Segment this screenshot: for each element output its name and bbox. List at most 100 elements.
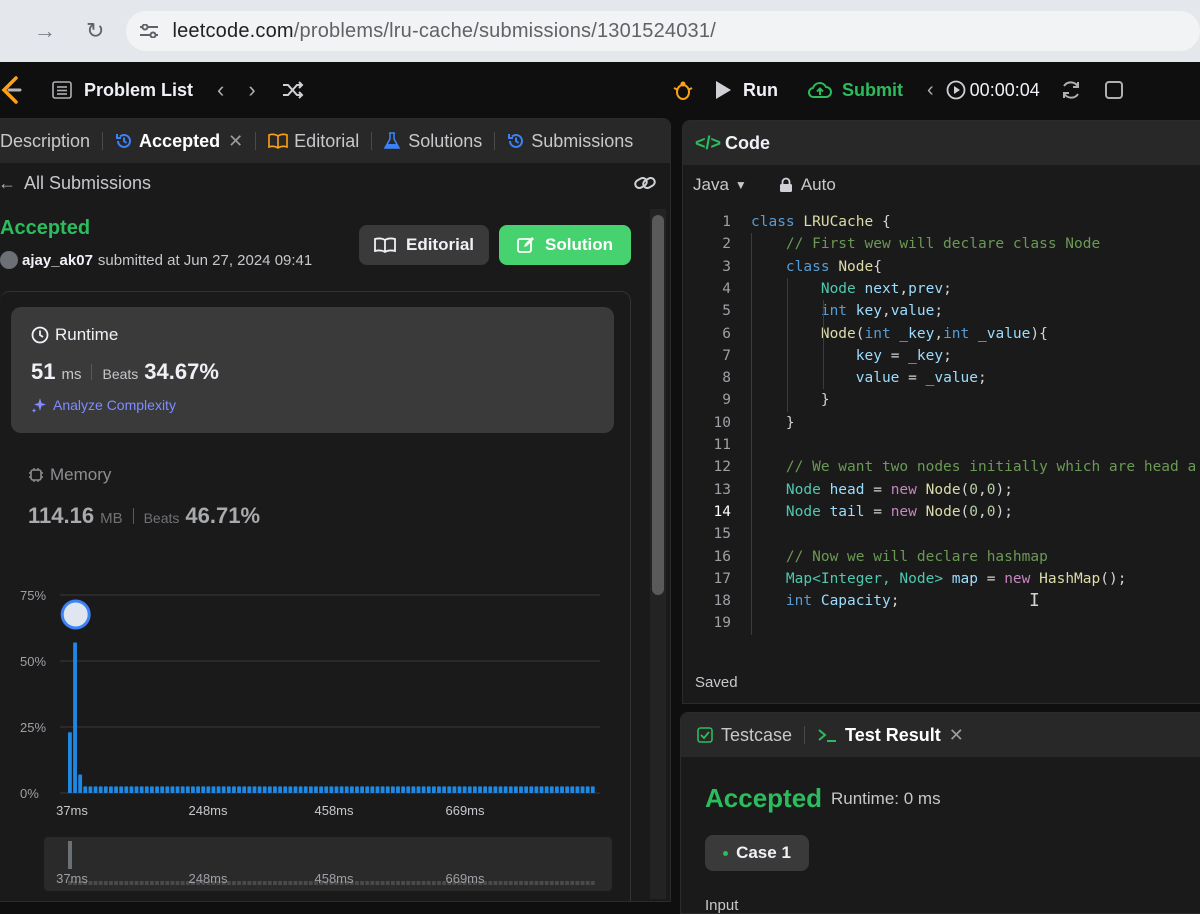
tab-accepted[interactable]: Accepted ✕ bbox=[115, 131, 268, 152]
code-line[interactable]: 10 } bbox=[683, 412, 1200, 434]
close-tab-icon[interactable]: ✕ bbox=[228, 131, 243, 152]
navigator-bar bbox=[575, 881, 580, 885]
code-line[interactable]: 1 class LRUCache { bbox=[683, 211, 1200, 233]
code-line[interactable]: 15 bbox=[683, 523, 1200, 545]
code-line[interactable]: 5 int key,value; bbox=[683, 300, 1200, 322]
reload-icon[interactable]: ↻ bbox=[86, 18, 104, 44]
navigator-bar bbox=[262, 881, 267, 885]
tab-editorial-label: Editorial bbox=[294, 130, 360, 151]
run-button[interactable]: Run bbox=[716, 80, 778, 101]
code-token: } bbox=[751, 392, 830, 409]
code-line[interactable]: 11 bbox=[683, 434, 1200, 456]
navigator-bar bbox=[390, 881, 395, 885]
code-line[interactable]: 19 bbox=[683, 612, 1200, 634]
timer-collapse-chevron-icon[interactable]: ‹ bbox=[927, 79, 934, 102]
debug-bug-icon[interactable] bbox=[672, 79, 694, 101]
code-token: new bbox=[890, 503, 926, 520]
code-line[interactable]: 14 Node tail = new Node(0,0); bbox=[683, 501, 1200, 523]
forward-arrow-icon[interactable]: → bbox=[34, 18, 56, 44]
code-token: Node bbox=[820, 325, 856, 342]
navigator-bar bbox=[180, 881, 185, 885]
case-1-tab[interactable]: Case 1 bbox=[705, 835, 809, 871]
code-token: value bbox=[890, 303, 935, 320]
problem-list-link[interactable]: Problem List bbox=[84, 80, 193, 101]
code-line[interactable]: 12 // We want two nodes initially which … bbox=[683, 456, 1200, 478]
back-arrow-icon[interactable]: ← bbox=[0, 173, 16, 194]
code-line[interactable]: 2 // First wew will declare class Node bbox=[683, 233, 1200, 255]
code-line[interactable]: 16 // Now we will declare hashmap bbox=[683, 546, 1200, 568]
editorial-button[interactable]: Editorial bbox=[359, 225, 489, 265]
reset-timer-icon[interactable] bbox=[1060, 79, 1082, 101]
leetcode-logo-icon[interactable] bbox=[0, 76, 22, 104]
navigator-bar bbox=[544, 881, 549, 885]
memory-card[interactable]: Memory 114.16 MB Beats 46.71% bbox=[28, 465, 260, 529]
tab-description[interactable]: Description bbox=[0, 131, 115, 152]
share-link-icon[interactable] bbox=[634, 173, 656, 193]
code-token: ; bbox=[943, 347, 952, 364]
avatar[interactable] bbox=[0, 251, 18, 269]
runtime-card[interactable]: Runtime 51 ms Beats 34.67% Analyze Compl… bbox=[11, 307, 614, 433]
code-line[interactable]: 18 int Capacity; bbox=[683, 590, 1200, 612]
language-select[interactable]: Java ▼ bbox=[693, 175, 747, 195]
code-editor[interactable]: I 1 class LRUCache {2 // First wew will d… bbox=[683, 205, 1200, 645]
code-line[interactable]: 6 Node(int _key,int _value){ bbox=[683, 323, 1200, 345]
line-number: 15 bbox=[713, 526, 731, 543]
navigator-bar bbox=[119, 881, 124, 885]
chart-bar bbox=[426, 786, 431, 793]
submit-button[interactable]: Submit bbox=[808, 80, 903, 101]
navigator-bar bbox=[401, 881, 406, 885]
tab-editorial[interactable]: Editorial bbox=[268, 131, 384, 152]
navigator-bar bbox=[114, 881, 118, 885]
code-line[interactable]: 9 } bbox=[683, 389, 1200, 411]
chart-bar bbox=[339, 786, 344, 793]
solution-button-label: Solution bbox=[545, 235, 613, 254]
timer[interactable]: ‹ 00:00:04 bbox=[927, 79, 1040, 102]
code-line[interactable]: 7 key = _key; bbox=[683, 345, 1200, 367]
navigator-bar bbox=[503, 881, 508, 885]
runtime-distribution-chart[interactable]: 75% 50% 25% 0% 37ms 248ms 458ms 669ms 37ms 248ms 4… bbox=[0, 585, 640, 901]
username[interactable]: ajay_ak07 bbox=[22, 252, 93, 269]
problem-list-icon[interactable] bbox=[52, 81, 72, 99]
navigator-tick-label: 669ms bbox=[445, 871, 485, 886]
chart-bar bbox=[273, 786, 277, 793]
navigator-bar bbox=[560, 881, 564, 885]
code-line[interactable]: 17 Map<Integer, Node> map = new HashMap(… bbox=[683, 568, 1200, 590]
address-bar[interactable]: leetcode.com/problems/lru-cache/submissi… bbox=[126, 11, 1200, 51]
code-line[interactable]: 4 Node next,prev; bbox=[683, 278, 1200, 300]
chart-bar bbox=[303, 786, 308, 793]
x-tick-label: 37ms bbox=[56, 803, 88, 818]
analyze-complexity-link[interactable]: Analyze Complexity bbox=[31, 397, 176, 413]
navigator-bar bbox=[416, 881, 421, 885]
chart-bar bbox=[462, 786, 467, 793]
line-number: 16 bbox=[713, 548, 731, 565]
next-problem-chevron-icon[interactable]: › bbox=[248, 77, 255, 103]
tab-test-result[interactable]: Test Result ✕ bbox=[817, 725, 964, 746]
solution-button[interactable]: Solution bbox=[499, 225, 631, 265]
line-number: 17 bbox=[713, 570, 731, 587]
site-settings-icon[interactable] bbox=[140, 24, 159, 38]
close-tab-icon[interactable]: ✕ bbox=[949, 725, 964, 746]
tab-solutions[interactable]: Solutions bbox=[384, 131, 507, 152]
chart-bar bbox=[114, 786, 118, 793]
chart-bar bbox=[196, 786, 200, 793]
auto-mode-toggle[interactable]: Auto bbox=[779, 175, 836, 195]
scrollbar-thumb[interactable] bbox=[652, 215, 664, 595]
code-token: , bbox=[978, 503, 987, 520]
chart-bar bbox=[539, 786, 544, 793]
flask-icon bbox=[384, 132, 401, 149]
line-number: 12 bbox=[713, 459, 731, 476]
prev-problem-chevron-icon[interactable]: ‹ bbox=[217, 77, 224, 103]
panel-scrollbar[interactable] bbox=[650, 209, 666, 899]
code-line[interactable]: 8 value = _value; bbox=[683, 367, 1200, 389]
chart-bar bbox=[416, 786, 421, 793]
code-line[interactable]: 3 class Node{ bbox=[683, 256, 1200, 278]
tab-testcase[interactable]: Testcase bbox=[697, 725, 792, 746]
chart-bar bbox=[472, 786, 477, 793]
all-submissions-link[interactable]: All Submissions bbox=[24, 173, 151, 194]
tab-submissions[interactable]: Submissions bbox=[507, 131, 633, 152]
notes-icon[interactable] bbox=[1104, 80, 1124, 100]
shuffle-icon[interactable] bbox=[282, 80, 304, 100]
code-line[interactable]: 13 Node head = new Node(0,0); bbox=[683, 479, 1200, 501]
